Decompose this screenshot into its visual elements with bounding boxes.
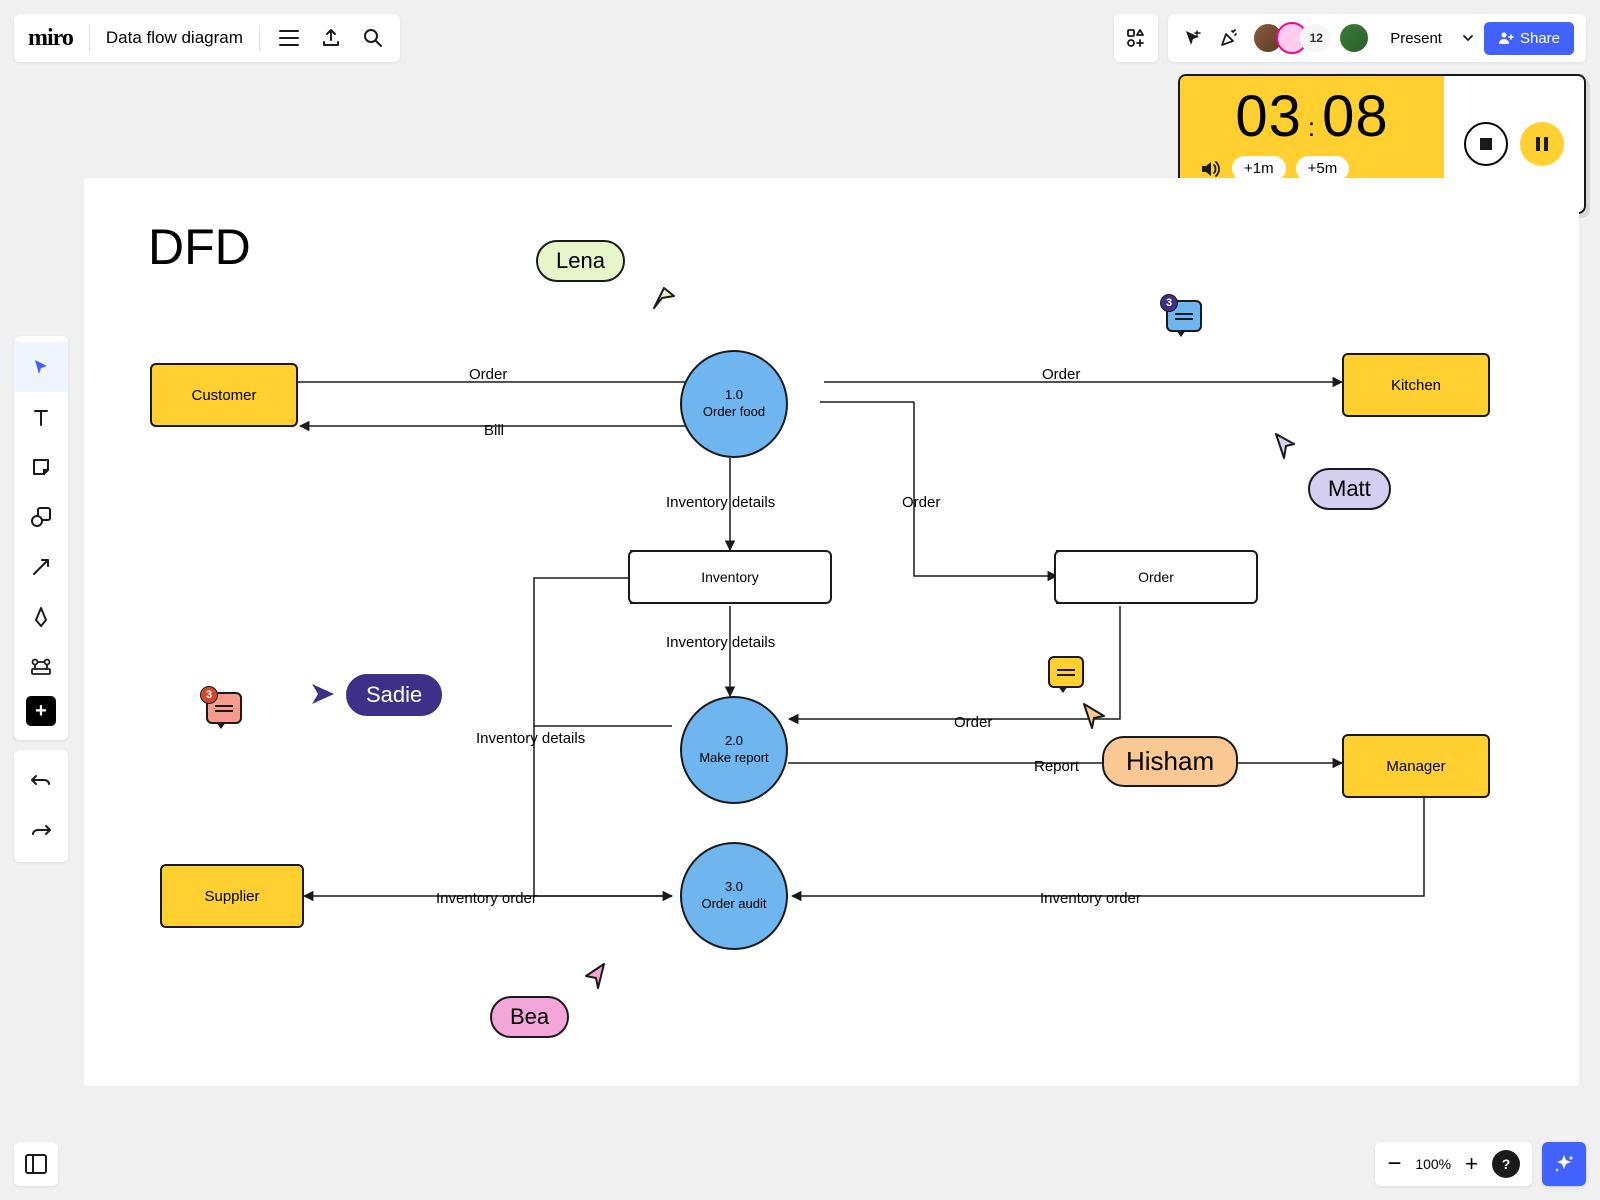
board-title[interactable]: Data flow diagram bbox=[106, 28, 243, 48]
entity-customer[interactable]: Customer bbox=[150, 363, 298, 427]
hamburger-icon[interactable] bbox=[276, 25, 302, 51]
redo-button[interactable] bbox=[14, 806, 68, 856]
bottom-right: − 100% + ? bbox=[1375, 1142, 1586, 1186]
arrow-tool[interactable] bbox=[14, 542, 68, 592]
avatar-stack[interactable]: 12 bbox=[1252, 22, 1370, 54]
edge-label: Order bbox=[469, 366, 507, 383]
cursor-follow-icon[interactable] bbox=[1180, 25, 1206, 51]
process-2[interactable]: 2.0Make report bbox=[680, 696, 788, 804]
edge-label: Inventory details bbox=[666, 494, 775, 511]
edge-label: Inventory details bbox=[476, 730, 585, 747]
zoom-out-button[interactable]: − bbox=[1387, 1150, 1401, 1178]
left-toolbar: + bbox=[14, 336, 68, 862]
frame-tool[interactable] bbox=[14, 642, 68, 692]
share-button[interactable]: Share bbox=[1484, 22, 1574, 55]
cursor-label-lena: Lena bbox=[536, 240, 625, 282]
entity-kitchen[interactable]: Kitchen bbox=[1342, 353, 1490, 417]
edge-label: Order bbox=[902, 494, 940, 511]
edge-label: Bill bbox=[484, 422, 504, 439]
comment-count-badge: 3 bbox=[1160, 294, 1178, 312]
cursor-label-hisham: Hisham bbox=[1102, 736, 1238, 787]
pen-tool[interactable] bbox=[14, 592, 68, 642]
history-tools bbox=[14, 750, 68, 862]
export-icon[interactable] bbox=[318, 25, 344, 51]
topbar-right-group: 12 Present Share bbox=[1114, 14, 1586, 62]
shape-tool[interactable] bbox=[14, 492, 68, 542]
avatar bbox=[1338, 22, 1370, 54]
cursor-icon bbox=[582, 960, 608, 990]
cursor-icon bbox=[308, 682, 336, 706]
bottom-left bbox=[14, 1142, 58, 1186]
edges-layer bbox=[84, 178, 1579, 1086]
edge-label: Order bbox=[954, 714, 992, 731]
main-tools: + bbox=[14, 336, 68, 740]
datastore-inventory[interactable]: Inventory bbox=[630, 550, 832, 604]
select-tool[interactable] bbox=[14, 342, 68, 392]
process-1[interactable]: 1.0Order food bbox=[680, 350, 788, 458]
ai-assist-button[interactable] bbox=[1542, 1142, 1586, 1186]
topbar-left-group: miro Data flow diagram bbox=[14, 14, 400, 62]
cursor-icon bbox=[1272, 430, 1298, 460]
cursor-label-sadie: Sadie bbox=[346, 674, 442, 716]
text-tool[interactable] bbox=[14, 392, 68, 442]
edge-label: Inventory order bbox=[436, 890, 537, 907]
apps-button[interactable] bbox=[1114, 14, 1158, 62]
zoom-in-button[interactable]: + bbox=[1465, 1151, 1478, 1177]
miro-logo[interactable]: miro bbox=[28, 25, 73, 52]
datastore-order[interactable]: Order bbox=[1056, 550, 1258, 604]
edge-label: Inventory details bbox=[666, 634, 775, 651]
cursor-label-matt: Matt bbox=[1308, 468, 1391, 510]
edge-label: Inventory order bbox=[1040, 890, 1141, 907]
search-icon[interactable] bbox=[360, 25, 386, 51]
entity-supplier[interactable]: Supplier bbox=[160, 864, 304, 928]
pause-button[interactable] bbox=[1520, 122, 1564, 166]
comment-bubble[interactable]: 3 bbox=[1166, 300, 1202, 332]
sound-icon[interactable] bbox=[1198, 157, 1222, 181]
stop-button[interactable] bbox=[1464, 122, 1508, 166]
zoom-controls: − 100% + ? bbox=[1375, 1142, 1532, 1186]
collab-tools: 12 Present Share bbox=[1168, 14, 1586, 62]
help-button[interactable]: ? bbox=[1492, 1150, 1520, 1178]
chevron-down-icon[interactable] bbox=[1462, 32, 1474, 44]
process-3[interactable]: 3.0Order audit bbox=[680, 842, 788, 950]
comment-bubble[interactable] bbox=[1048, 656, 1084, 688]
present-button[interactable]: Present bbox=[1380, 26, 1452, 51]
comment-bubble[interactable]: 3 bbox=[206, 692, 242, 724]
canvas[interactable]: DFD Customer Kitchen Supplier Manage bbox=[84, 178, 1579, 1086]
comment-count-badge: 3 bbox=[200, 686, 218, 704]
top-bar: miro Data flow diagram 12 bbox=[14, 14, 1586, 62]
panel-toggle-button[interactable] bbox=[14, 1142, 58, 1186]
edge-label: Order bbox=[1042, 366, 1080, 383]
undo-button[interactable] bbox=[14, 756, 68, 806]
confetti-icon[interactable] bbox=[1216, 25, 1242, 51]
edge-label: Report bbox=[1034, 758, 1079, 775]
timer-time: 03 : 08 bbox=[1198, 88, 1426, 146]
cursor-label-bea: Bea bbox=[490, 996, 569, 1038]
cursor-icon bbox=[1080, 700, 1108, 730]
add-tool-button[interactable]: + bbox=[26, 696, 56, 726]
entity-manager[interactable]: Manager bbox=[1342, 734, 1490, 798]
divider bbox=[259, 25, 260, 51]
sticky-note-tool[interactable] bbox=[14, 442, 68, 492]
person-add-icon bbox=[1498, 30, 1514, 46]
divider bbox=[89, 25, 90, 51]
avatar-overflow: 12 bbox=[1300, 22, 1332, 54]
cursor-icon bbox=[650, 284, 678, 312]
zoom-level[interactable]: 100% bbox=[1415, 1156, 1451, 1172]
